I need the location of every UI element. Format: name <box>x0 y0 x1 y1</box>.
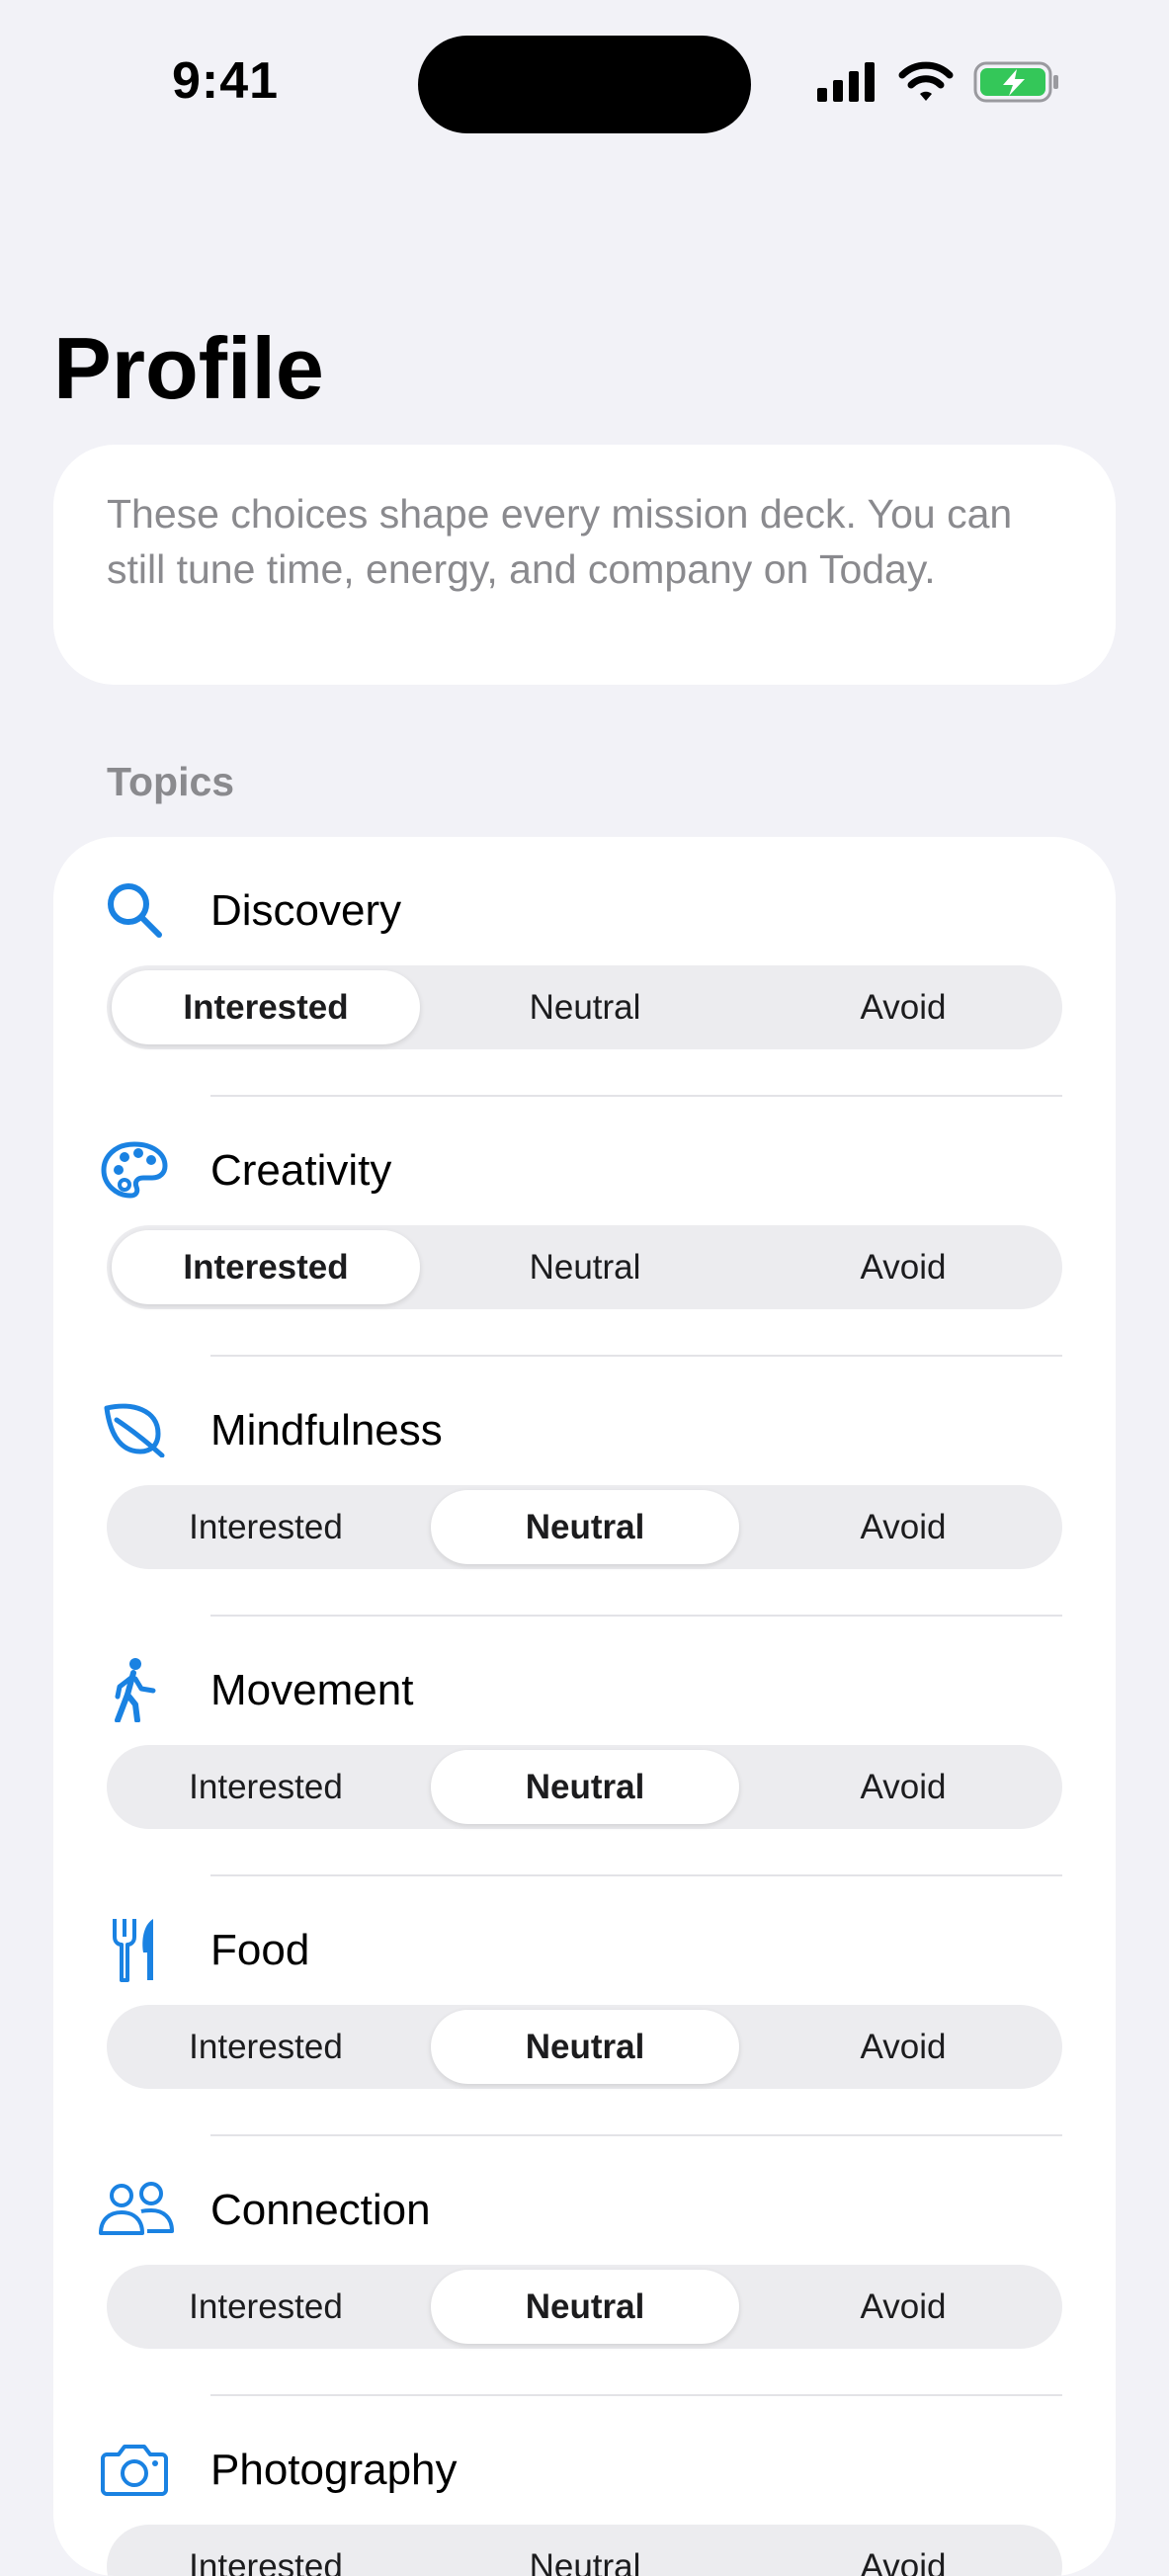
palette-icon <box>101 1136 168 1204</box>
dynamic-island <box>418 36 751 133</box>
option-avoid[interactable]: Avoid <box>749 1490 1057 1564</box>
leaf-icon <box>101 1396 168 1463</box>
option-interested[interactable]: Interested <box>112 1490 420 1564</box>
option-neutral[interactable]: Neutral <box>431 2270 739 2344</box>
preference-segmented-control: Interested Neutral Avoid <box>107 965 1062 1049</box>
topic-name: Food <box>210 1926 310 1974</box>
option-neutral[interactable]: Neutral <box>431 1230 739 1304</box>
walking-figure-icon <box>101 1656 168 1723</box>
intro-text: These choices shape every mission deck. … <box>107 491 1013 592</box>
option-avoid[interactable]: Avoid <box>749 1750 1057 1824</box>
option-neutral[interactable]: Neutral <box>431 1490 739 1564</box>
topic-name: Mindfulness <box>210 1406 443 1454</box>
option-interested[interactable]: Interested <box>112 2270 420 2344</box>
option-neutral[interactable]: Neutral <box>431 1750 739 1824</box>
section-header-topics: Topics <box>107 759 235 804</box>
topic-row-movement: Movement Interested Neutral Avoid <box>53 1617 1116 1876</box>
fork-knife-icon <box>101 1916 168 1983</box>
option-neutral[interactable]: Neutral <box>431 2530 739 2576</box>
camera-icon <box>101 2436 168 2503</box>
magnifying-glass-icon <box>101 876 168 944</box>
topic-name: Connection <box>210 2186 431 2234</box>
option-avoid[interactable]: Avoid <box>749 2010 1057 2084</box>
option-avoid[interactable]: Avoid <box>749 2270 1057 2344</box>
topic-row-discovery: Discovery Interested Neutral Avoid <box>53 837 1116 1097</box>
status-icons <box>817 61 1060 103</box>
preference-segmented-control: Interested Neutral Avoid <box>107 2265 1062 2349</box>
topics-card: Discovery Interested Neutral Avoid Creat… <box>53 837 1116 2576</box>
battery-charging-icon <box>973 61 1058 103</box>
option-interested[interactable]: Interested <box>112 2530 420 2576</box>
option-avoid[interactable]: Avoid <box>749 970 1057 1044</box>
two-people-icon <box>97 2176 176 2243</box>
option-interested[interactable]: Interested <box>112 1230 420 1304</box>
option-neutral[interactable]: Neutral <box>431 970 739 1044</box>
topic-name: Discovery <box>210 886 402 935</box>
option-interested[interactable]: Interested <box>112 1750 420 1824</box>
status-time: 9:41 <box>172 52 280 110</box>
wifi-icon <box>898 61 954 101</box>
option-neutral[interactable]: Neutral <box>431 2010 739 2084</box>
topic-name: Movement <box>210 1666 414 1714</box>
topic-row-photography: Photography Interested Neutral Avoid <box>53 2396 1116 2576</box>
option-interested[interactable]: Interested <box>112 2010 420 2084</box>
preference-segmented-control: Interested Neutral Avoid <box>107 2525 1062 2576</box>
preference-segmented-control: Interested Neutral Avoid <box>107 1225 1062 1309</box>
preference-segmented-control: Interested Neutral Avoid <box>107 1745 1062 1829</box>
topic-row-food: Food Interested Neutral Avoid <box>53 1876 1116 2136</box>
preference-segmented-control: Interested Neutral Avoid <box>107 1485 1062 1569</box>
preference-segmented-control: Interested Neutral Avoid <box>107 2005 1062 2089</box>
topic-row-mindfulness: Mindfulness Interested Neutral Avoid <box>53 1357 1116 1617</box>
option-avoid[interactable]: Avoid <box>749 2530 1057 2576</box>
topic-row-creativity: Creativity Interested Neutral Avoid <box>53 1097 1116 1357</box>
topic-name: Photography <box>210 2446 458 2494</box>
intro-card: These choices shape every mission deck. … <box>53 445 1116 685</box>
cellular-signal-icon <box>817 62 875 102</box>
status-bar: 9:41 <box>0 0 1169 168</box>
option-interested[interactable]: Interested <box>112 970 420 1044</box>
option-avoid[interactable]: Avoid <box>749 1230 1057 1304</box>
topic-name: Creativity <box>210 1146 392 1195</box>
topic-row-connection: Connection Interested Neutral Avoid <box>53 2136 1116 2396</box>
page-title: Profile <box>53 319 324 417</box>
